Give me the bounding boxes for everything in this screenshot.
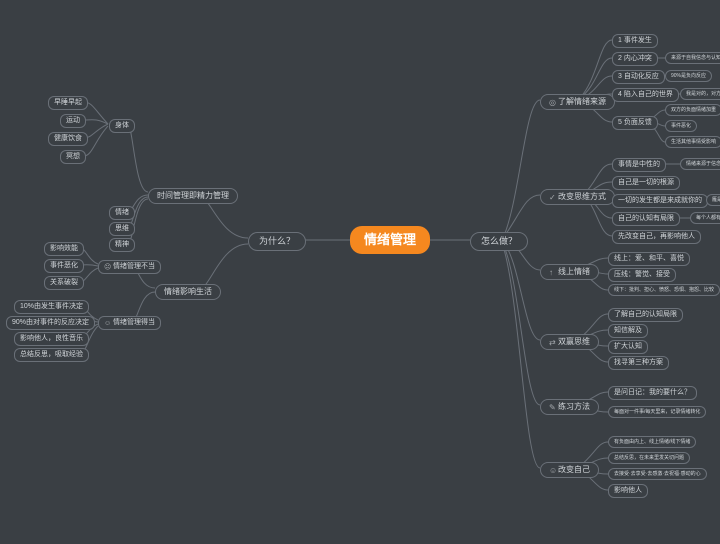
leaf[interactable]: 早睡早起	[48, 96, 88, 110]
leaf[interactable]: 4 陷入自己的世界	[612, 88, 679, 102]
leaf[interactable]: 90%由对事件的反应决定	[6, 316, 95, 330]
side-note: 我是对的，对方是错的	[680, 88, 720, 100]
node-thinking[interactable]: 思维	[109, 222, 135, 236]
side-note: 情绪来源于信念与认知系统	[680, 158, 720, 170]
side-note: 生活其他事情受影响	[665, 136, 720, 148]
leaf[interactable]: 影响他人，良性音乐	[14, 332, 89, 346]
node-time-energy[interactable]: 时间管理即精力管理	[148, 188, 238, 204]
leaf[interactable]: 压线：警觉、接受	[608, 268, 676, 282]
leaf[interactable]: 总结反思，在未来里发关切问题	[608, 452, 690, 464]
leaf[interactable]: 扩大认知	[608, 340, 648, 354]
frown-icon: ☹	[104, 264, 111, 271]
hub-why[interactable]: 为什么？	[248, 232, 306, 251]
node-online[interactable]: ↑线上情绪	[540, 264, 599, 280]
node-change[interactable]: ☺改变自己	[540, 462, 599, 478]
leaf[interactable]: 影响效能	[44, 242, 84, 256]
node-source[interactable]: ◎了解情绪来源	[540, 94, 615, 110]
smile-icon: ☺	[104, 320, 111, 327]
node-emotion[interactable]: 情绪	[109, 206, 135, 220]
leaf[interactable]: 10%由发生事件决定	[14, 300, 89, 314]
leaf[interactable]: 自己是一切的根源	[612, 176, 680, 190]
side-note: 事件恶化	[665, 120, 697, 132]
leaf[interactable]: 了解自己的认知局限	[608, 308, 683, 322]
leaf[interactable]: 2 内心冲突	[612, 52, 658, 66]
leaf[interactable]: 找寻第三种方案	[608, 356, 669, 370]
node-mindset[interactable]: ✓改变思维方式	[540, 189, 615, 205]
hub-how[interactable]: 怎么做？	[470, 232, 528, 251]
leaf[interactable]: 一切的发生都是来成就你的	[612, 194, 708, 208]
leaf[interactable]: 线上：爱、和平、喜悦	[608, 252, 690, 266]
leaf[interactable]: 线下：批判、担心、愤怒、恐惧、抱怨、比较	[608, 284, 720, 296]
node-double[interactable]: ⇄双赢思维	[540, 334, 599, 350]
leaf[interactable]: 关系破裂	[44, 276, 84, 290]
leaf[interactable]: 健康饮食	[48, 132, 88, 146]
leaf[interactable]: 自己的认知有局限	[612, 212, 680, 226]
leaf[interactable]: 先改变自己，再影响他人	[612, 230, 701, 244]
target-icon: ◎	[549, 98, 556, 105]
side-note: 来源于自我信念与认知的抗拒	[665, 52, 720, 64]
leaf[interactable]: 是问日记：我的要什么？	[608, 386, 697, 400]
leaf[interactable]: 冥想	[60, 150, 86, 164]
arrow-up-icon: ↑	[549, 268, 556, 275]
leaf[interactable]: 运动	[60, 114, 86, 128]
side-note: 每个人都有一个自己的世界	[690, 212, 720, 224]
leaf[interactable]: 事件恶化	[44, 259, 84, 273]
node-affect-life[interactable]: 情绪影响生活	[155, 284, 221, 300]
leaf[interactable]: 知信解及	[608, 324, 648, 338]
smile-icon: ☺	[549, 466, 556, 473]
swap-icon: ⇄	[549, 338, 556, 345]
leaf[interactable]: 有负面由内上、线上情绪/线下情绪	[608, 436, 696, 448]
leaf[interactable]: 3 自动化反应	[612, 70, 665, 84]
side-note: 90%是负向反应	[665, 70, 712, 82]
node-practice[interactable]: ✎练习方法	[540, 399, 599, 415]
leaf[interactable]: 5 负面反馈	[612, 116, 658, 130]
side-note: 雁是每一个菩萨	[706, 194, 720, 206]
leaf[interactable]: 影响他人	[608, 484, 648, 498]
check-icon: ✓	[549, 193, 556, 200]
node-good-mgmt[interactable]: ☺情绪管理得当	[98, 316, 161, 330]
leaf[interactable]: 去接受·去享受·去感激·去祝福·感动的心	[608, 468, 707, 480]
pencil-icon: ✎	[549, 403, 556, 410]
leaf[interactable]: 事情是中性的	[612, 158, 666, 172]
root-node[interactable]: 情绪管理	[350, 226, 430, 254]
node-bad-mgmt[interactable]: ☹情绪管理不当	[98, 260, 161, 274]
leaf[interactable]: 每面对一件事/每天里来，记录情绪转化	[608, 406, 706, 418]
node-body[interactable]: 身体	[109, 119, 135, 133]
side-note: 双方的负面情绪加重	[665, 104, 720, 116]
leaf[interactable]: 1 事件发生	[612, 34, 658, 48]
node-spirit[interactable]: 精神	[109, 238, 135, 252]
leaf[interactable]: 总结反思，吸取经验	[14, 348, 89, 362]
